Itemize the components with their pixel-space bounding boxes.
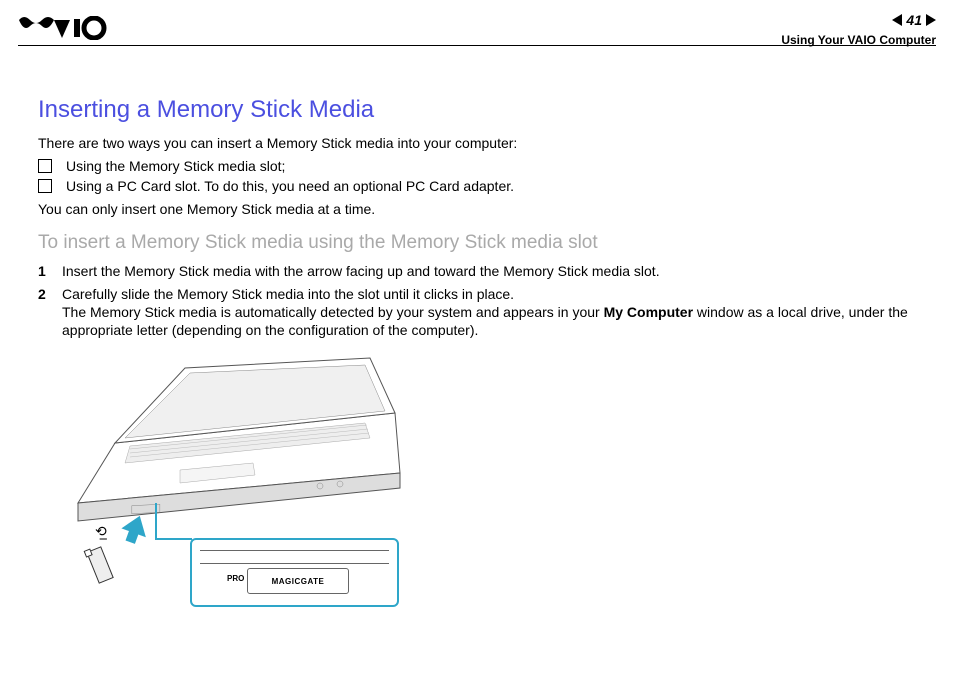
memory-stick-slot: MAGICGATE bbox=[247, 568, 349, 594]
sub-heading: To insert a Memory Stick media using the… bbox=[38, 232, 916, 254]
memory-stick-icon: ⟲̲ bbox=[95, 523, 107, 540]
step-number: 1 bbox=[38, 262, 62, 280]
callout-connector bbox=[155, 503, 157, 538]
header-divider bbox=[18, 45, 936, 46]
insert-arrow-icon bbox=[120, 515, 150, 545]
slot-detail-callout: PRO MAGICGATE bbox=[190, 538, 399, 607]
note-paragraph: You can only insert one Memory Stick med… bbox=[38, 200, 916, 218]
step-text: Insert the Memory Stick media with the a… bbox=[62, 262, 660, 280]
bullet-list: Using the Memory Stick media slot; Using… bbox=[38, 158, 916, 194]
bullet-icon bbox=[38, 179, 52, 193]
page-title: Inserting a Memory Stick Media bbox=[38, 96, 916, 124]
magicgate-label: MAGICGATE bbox=[272, 577, 325, 586]
page-number: 41 bbox=[906, 12, 922, 28]
list-item: Using the Memory Stick media slot; bbox=[38, 158, 916, 174]
prev-page-icon[interactable] bbox=[892, 14, 902, 26]
laptop-illustration: ⟲̲ PRO MAGICGATE bbox=[70, 353, 422, 633]
list-item-text: Using a PC Card slot. To do this, you ne… bbox=[66, 178, 514, 194]
page-header: 41 Using Your VAIO Computer bbox=[0, 8, 954, 44]
step-text: Carefully slide the Memory Stick media i… bbox=[62, 285, 916, 340]
step-number: 2 bbox=[38, 285, 62, 303]
next-page-icon[interactable] bbox=[926, 14, 936, 26]
step-item: 1 Insert the Memory Stick media with the… bbox=[38, 262, 916, 280]
step-list: 1 Insert the Memory Stick media with the… bbox=[38, 262, 916, 339]
pro-label: PRO bbox=[227, 574, 244, 583]
list-item-text: Using the Memory Stick media slot; bbox=[66, 158, 285, 174]
callout-connector bbox=[155, 538, 192, 540]
slot-edge bbox=[200, 550, 389, 564]
bullet-icon bbox=[38, 159, 52, 173]
page-navigation: 41 bbox=[892, 12, 936, 28]
main-content: Inserting a Memory Stick Media There are… bbox=[38, 96, 916, 633]
list-item: Using a PC Card slot. To do this, you ne… bbox=[38, 178, 916, 194]
step-item: 2 Carefully slide the Memory Stick media… bbox=[38, 285, 916, 340]
intro-paragraph: There are two ways you can insert a Memo… bbox=[38, 134, 916, 152]
vaio-logo bbox=[18, 16, 108, 40]
